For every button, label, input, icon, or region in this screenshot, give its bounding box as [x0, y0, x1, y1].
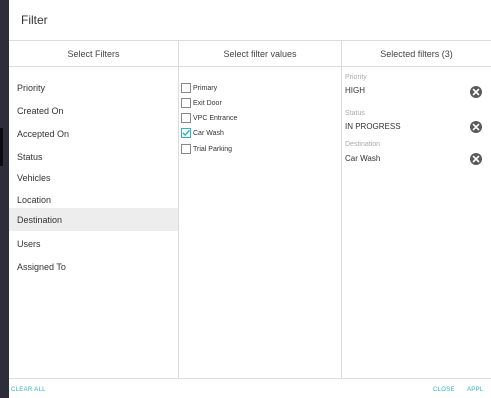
column-header-select-filters: Select Filters — [9, 41, 178, 67]
check-icon — [182, 130, 190, 136]
filter-item-destination[interactable]: Destination — [9, 208, 178, 231]
value-option-label: VPC Entrance — [193, 114, 238, 122]
remove-filter-button[interactable] — [470, 121, 482, 133]
filter-item-users[interactable]: Users — [9, 232, 178, 255]
column-header-selected: Selected filters (3) — [342, 41, 491, 67]
value-option-exit-door[interactable]: Exit Door — [181, 97, 222, 109]
value-option-car-wash[interactable]: Car Wash — [181, 127, 224, 139]
filter-item-created-on[interactable]: Created On — [9, 99, 178, 122]
selected-filter-value: Car Wash — [345, 154, 381, 163]
value-option-label: Trial Parking — [193, 145, 233, 153]
filter-item-priority[interactable]: Priority — [9, 76, 178, 99]
close-icon — [472, 123, 480, 131]
filter-item-assigned-to[interactable]: Assigned To — [9, 255, 178, 278]
close-button[interactable]: CLOSE — [433, 387, 455, 393]
dialog-header: Filter — [9, 0, 491, 41]
clear-all-button[interactable]: CLEAR ALL — [11, 387, 46, 393]
column-divider — [178, 41, 179, 378]
footer-divider — [9, 378, 491, 379]
checkbox[interactable] — [181, 83, 191, 93]
checkbox[interactable] — [181, 98, 191, 108]
filter-dialog: Filter Select Filters Select filter valu… — [9, 0, 491, 398]
value-option-vpc-entrance[interactable]: VPC Entrance — [181, 112, 237, 124]
value-option-trial-parking[interactable]: Trial Parking — [181, 143, 232, 155]
remove-filter-button[interactable] — [470, 153, 482, 165]
checkbox[interactable] — [181, 113, 191, 123]
value-option-label: Car Wash — [193, 129, 224, 137]
remove-filter-button[interactable] — [470, 86, 482, 98]
filter-item-vehicles[interactable]: Vehicles — [9, 166, 178, 189]
value-option-primary[interactable]: Primary — [181, 82, 217, 94]
value-option-label: Primary — [193, 84, 218, 92]
filter-item-accepted-on[interactable]: Accepted On — [9, 122, 178, 145]
column-header-select-values: Select filter values — [179, 41, 341, 67]
selected-filter-value: HIGH — [345, 86, 365, 95]
close-icon — [472, 88, 480, 96]
apply-button[interactable]: APPL — [467, 387, 484, 393]
selected-filter-value: IN PROGRESS — [345, 122, 401, 131]
close-icon — [472, 155, 480, 163]
value-option-label: Exit Door — [193, 99, 222, 107]
selected-filter-category: Destination — [345, 141, 381, 148]
filter-item-status[interactable]: Status — [9, 145, 178, 168]
checkbox[interactable] — [181, 144, 191, 154]
checkbox-checked[interactable] — [181, 128, 191, 138]
selected-filter-category: Status — [345, 110, 365, 117]
background-sidebar-accent — [0, 128, 3, 166]
selected-filter-category: Priority — [345, 74, 367, 81]
dialog-title: Filter — [21, 13, 48, 27]
background-sidebar-strip — [0, 0, 9, 398]
column-divider — [341, 41, 342, 378]
